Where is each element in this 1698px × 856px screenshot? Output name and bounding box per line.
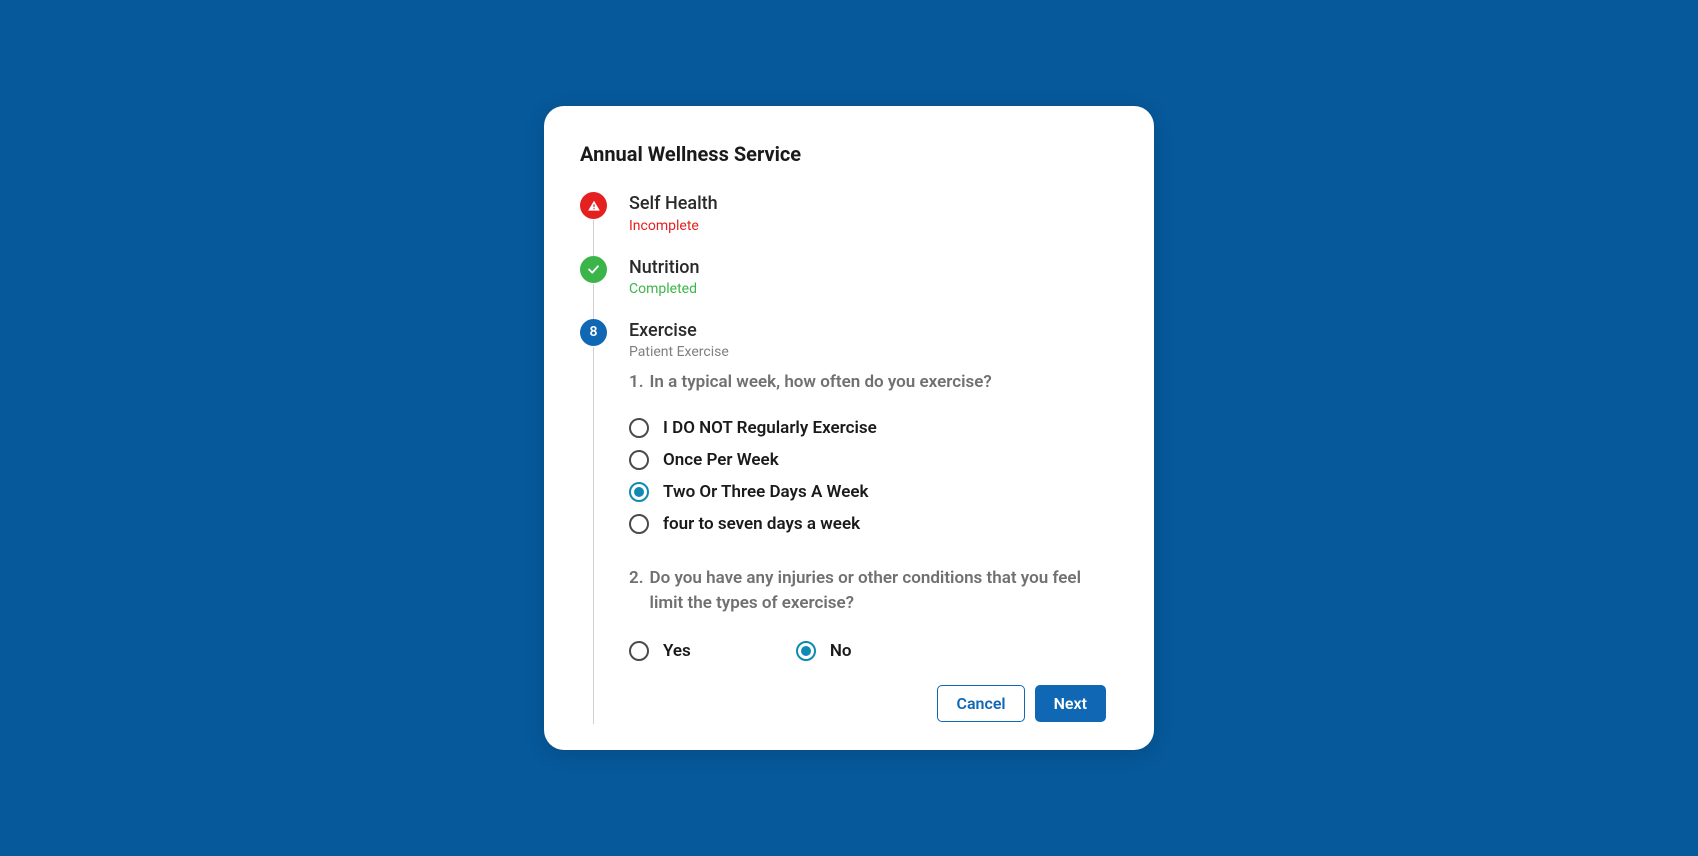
radio-icon bbox=[629, 641, 649, 661]
option-label: four to seven days a week bbox=[663, 514, 860, 534]
modal-title: Annual Wellness Service bbox=[580, 142, 1106, 166]
options-list: I DO NOT Regularly Exercise Once Per Wee… bbox=[629, 418, 1106, 534]
warning-icon bbox=[580, 192, 607, 219]
step-connector bbox=[593, 284, 594, 321]
question-text: 2. Do you have any injuries or other con… bbox=[629, 566, 1106, 617]
option-label: Yes bbox=[663, 641, 691, 661]
check-icon bbox=[580, 256, 607, 283]
steps-list: Self Health Incomplete Nutrition Complet… bbox=[580, 192, 1106, 722]
radio-option-four-seven[interactable]: four to seven days a week bbox=[629, 514, 1106, 534]
step-number-icon: 8 bbox=[580, 319, 607, 346]
radio-icon bbox=[796, 641, 816, 661]
next-button[interactable]: Next bbox=[1035, 685, 1106, 722]
button-row: Cancel Next bbox=[629, 685, 1106, 722]
step-content: Exercise Patient Exercise 1. In a typica… bbox=[629, 319, 1106, 722]
cancel-button[interactable]: Cancel bbox=[937, 685, 1024, 722]
question-number: 2. bbox=[629, 566, 644, 617]
option-label: No bbox=[830, 641, 852, 661]
option-label: I DO NOT Regularly Exercise bbox=[663, 418, 877, 438]
question-body: In a typical week, how often do you exer… bbox=[650, 370, 992, 396]
radio-icon bbox=[629, 514, 649, 534]
radio-option-no[interactable]: No bbox=[796, 641, 852, 661]
option-label: Once Per Week bbox=[663, 450, 779, 470]
step-content: Self Health Incomplete bbox=[629, 192, 1106, 233]
step-nutrition[interactable]: Nutrition Completed bbox=[580, 256, 1106, 319]
radio-option-not-regular[interactable]: I DO NOT Regularly Exercise bbox=[629, 418, 1106, 438]
step-self-health[interactable]: Self Health Incomplete bbox=[580, 192, 1106, 255]
question-text: 1. In a typical week, how often do you e… bbox=[629, 370, 1106, 396]
step-title: Exercise bbox=[629, 319, 1106, 342]
step-status: Completed bbox=[629, 281, 1106, 297]
radio-option-once-week[interactable]: Once Per Week bbox=[629, 450, 1106, 470]
options-row: Yes No bbox=[629, 641, 1106, 661]
question-block-2: 2. Do you have any injuries or other con… bbox=[629, 566, 1106, 661]
question-body: Do you have any injuries or other condit… bbox=[650, 566, 1106, 617]
question-block-1: 1. In a typical week, how often do you e… bbox=[629, 370, 1106, 534]
wellness-modal: Annual Wellness Service Self Health Inco… bbox=[544, 106, 1154, 750]
radio-option-two-three[interactable]: Two Or Three Days A Week bbox=[629, 482, 1106, 502]
radio-icon bbox=[629, 450, 649, 470]
radio-icon bbox=[629, 482, 649, 502]
step-title: Self Health bbox=[629, 192, 1106, 215]
radio-option-yes[interactable]: Yes bbox=[629, 641, 691, 661]
option-label: Two Or Three Days A Week bbox=[663, 482, 868, 502]
step-connector bbox=[593, 347, 594, 724]
step-status: Incomplete bbox=[629, 218, 1106, 234]
step-title: Nutrition bbox=[629, 256, 1106, 279]
step-connector bbox=[593, 220, 594, 257]
step-content: Nutrition Completed bbox=[629, 256, 1106, 297]
radio-icon bbox=[629, 418, 649, 438]
question-number: 1. bbox=[629, 370, 644, 396]
step-subtitle: Patient Exercise bbox=[629, 344, 1106, 360]
step-exercise: 8 Exercise Patient Exercise 1. In a typi… bbox=[580, 319, 1106, 722]
